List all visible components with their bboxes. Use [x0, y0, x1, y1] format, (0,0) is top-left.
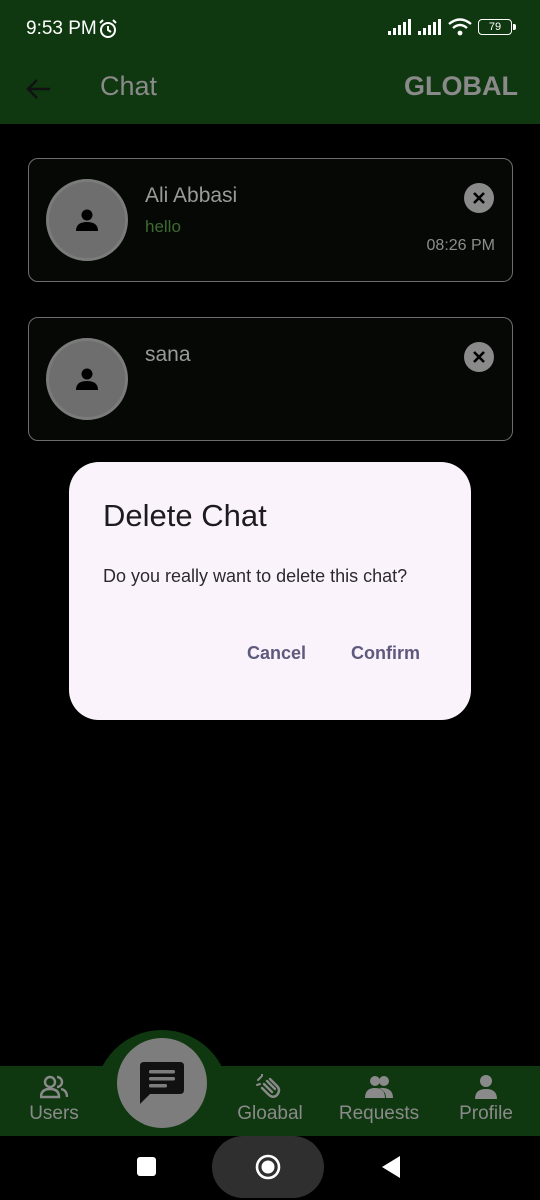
- battery-icon: 79: [478, 19, 516, 35]
- chat-fab-button[interactable]: [117, 1038, 207, 1128]
- delete-chat-button[interactable]: [464, 342, 494, 372]
- chat-screen: 9:53 PM 79 Chat GLOBAL Ali Abbasi hello …: [0, 0, 540, 1200]
- app-bar: Chat GLOBAL: [0, 58, 540, 124]
- chat-name: sana: [145, 343, 191, 366]
- nav-label-users: Users: [29, 1103, 79, 1124]
- nav-item-requests[interactable]: Requests: [334, 1066, 424, 1136]
- home-circle-icon: [255, 1154, 281, 1180]
- confirm-button[interactable]: Confirm: [351, 643, 420, 664]
- delete-chat-button[interactable]: [464, 183, 494, 213]
- nav-item-profile[interactable]: Profile: [452, 1066, 520, 1136]
- chat-icon: [140, 1062, 184, 1104]
- nav-label-global: Gloabal: [237, 1103, 303, 1124]
- person-icon: [76, 368, 98, 390]
- avatar: [46, 179, 128, 261]
- delete-chat-dialog: Delete Chat Do you really want to delete…: [69, 462, 471, 720]
- close-icon: [473, 351, 485, 363]
- page-title: Chat: [100, 71, 158, 101]
- status-bar: 9:53 PM 79: [0, 0, 540, 58]
- system-navigation-bar: [0, 1136, 540, 1200]
- chat-item[interactable]: sana: [28, 317, 513, 441]
- nav-label-requests: Requests: [338, 1103, 420, 1124]
- status-time: 9:53 PM: [26, 18, 97, 39]
- dialog-title: Delete Chat: [103, 498, 267, 533]
- bottom-navigation: Users Gloabal Requests Profile: [0, 1066, 540, 1136]
- person-icon: [475, 1075, 497, 1099]
- chat-last-message: hello: [145, 217, 181, 236]
- cancel-button[interactable]: Cancel: [247, 643, 306, 664]
- chat-name: Ali Abbasi: [145, 184, 238, 207]
- system-back-icon[interactable]: [380, 1155, 402, 1179]
- person-icon: [76, 209, 98, 231]
- status-icons: 79: [388, 18, 516, 36]
- chat-time: 08:26 PM: [426, 237, 495, 254]
- alarm-icon: [99, 19, 117, 38]
- nav-item-global[interactable]: Gloabal: [232, 1066, 308, 1136]
- nav-label-profile: Profile: [459, 1103, 513, 1124]
- group-icon: [365, 1076, 393, 1098]
- recents-button[interactable]: [137, 1157, 156, 1176]
- users-icon: [40, 1075, 68, 1099]
- back-arrow-icon[interactable]: [24, 74, 54, 104]
- home-button[interactable]: [212, 1136, 324, 1198]
- wifi-icon: [448, 18, 472, 36]
- chat-item[interactable]: Ali Abbasi hello 08:26 PM: [28, 158, 513, 282]
- signal-icon: [388, 19, 411, 35]
- global-button[interactable]: GLOBAL: [404, 71, 518, 102]
- nav-item-users[interactable]: Users: [24, 1066, 84, 1136]
- dialog-message: Do you really want to delete this chat?: [103, 566, 408, 586]
- close-icon: [473, 192, 485, 204]
- signal-icon-2: [418, 19, 441, 35]
- avatar: [46, 338, 128, 420]
- wave-hand-icon: [256, 1074, 281, 1098]
